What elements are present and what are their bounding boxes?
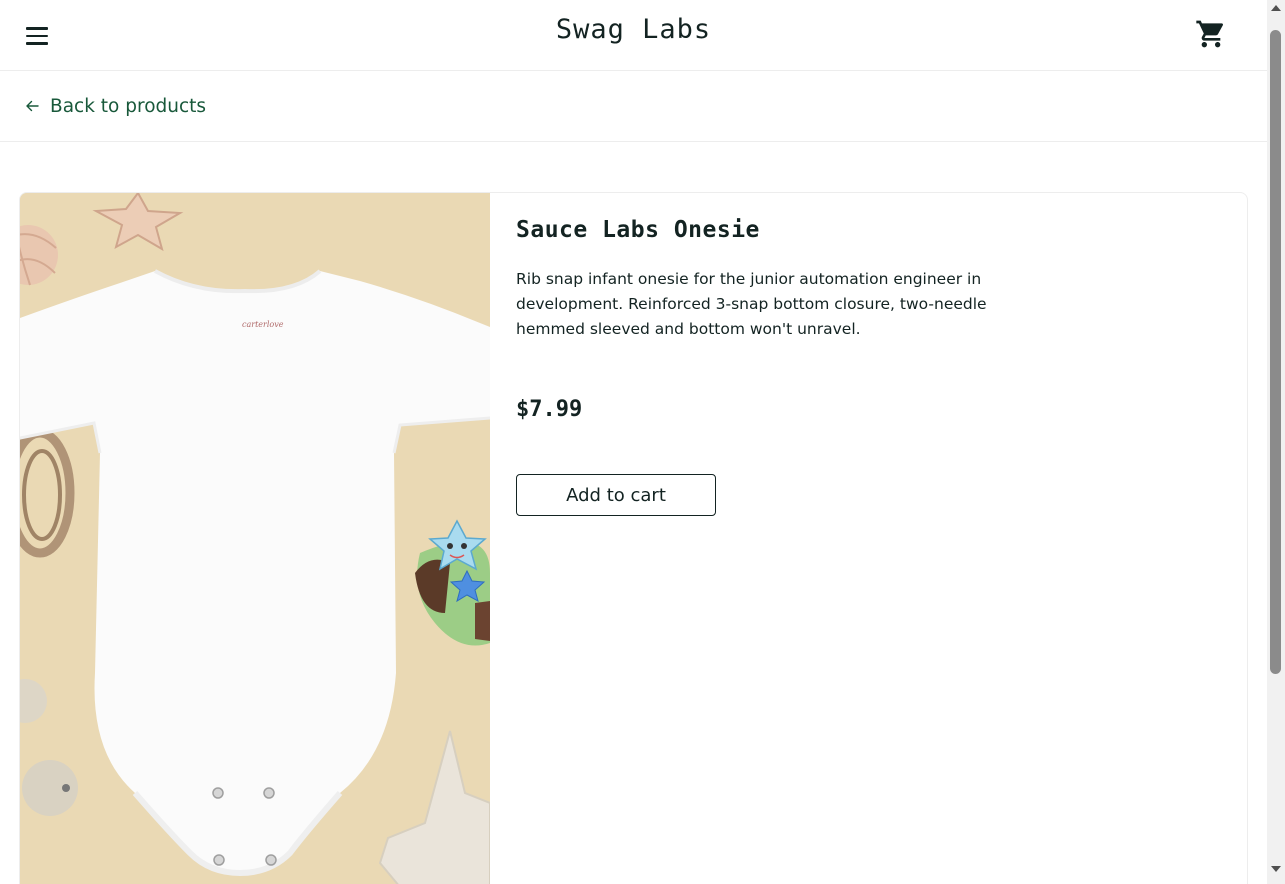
product-description: Rib snap infant onesie for the junior au… (516, 270, 987, 338)
page: Swag Labs Back to products carterlove Sa… (0, 0, 1267, 884)
onesie-photo: carterlove (20, 193, 490, 884)
app-title: Swag Labs (555, 14, 712, 45)
product-price: $7.99 (516, 397, 583, 422)
onesie-label-text: carterlove (242, 320, 284, 329)
back-to-products-label: Back to products (50, 95, 207, 117)
back-to-products-button[interactable]: Back to products (24, 93, 206, 119)
shopping-cart-link[interactable] (1195, 18, 1227, 50)
arrow-left-icon (26, 100, 39, 112)
product-image: carterlove (20, 193, 490, 884)
scrollbar-thumb[interactable] (1270, 30, 1281, 674)
scroll-up-arrow-icon[interactable] (1267, 0, 1285, 17)
primary-header: Swag Labs (0, 0, 1267, 71)
shopping-cart-icon (1196, 20, 1224, 48)
add-to-cart-button[interactable]: Add to cart (516, 474, 716, 516)
product-name: Sauce Labs Onesie (516, 217, 760, 243)
secondary-header: Back to products (0, 71, 1267, 142)
scroll-down-arrow-icon[interactable] (1267, 861, 1285, 878)
vertical-scrollbar[interactable] (1267, 0, 1285, 884)
product-detail-card: carterlove Sauce Labs Onesie Rib snap in… (19, 192, 1248, 884)
